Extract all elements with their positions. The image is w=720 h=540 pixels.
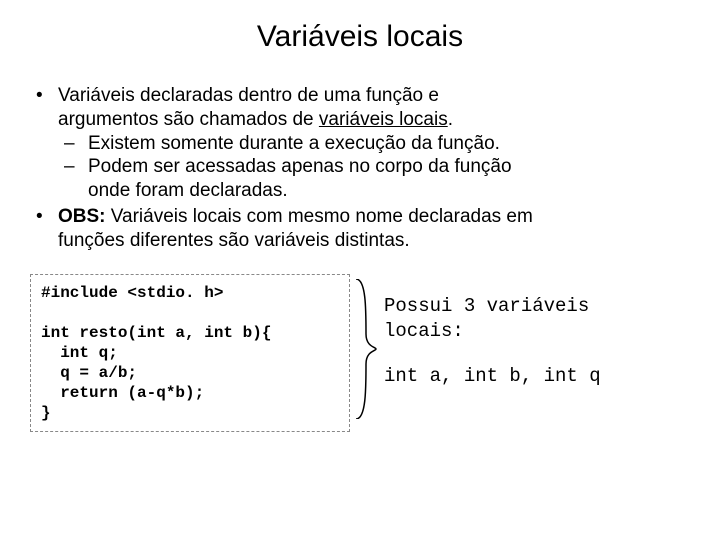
side-note: Possui 3 variáveis locais: int a, int b,…	[380, 274, 601, 388]
sub-bullet-2a: Podem ser acessadas apenas no corpo da f…	[88, 156, 512, 177]
bullet-2-line2: funções diferentes são variáveis distint…	[58, 230, 410, 251]
bullet-1-line2-pre: argumentos são chamados de	[58, 109, 319, 130]
slide-content: Variáveis declaradas dentro de uma funçã…	[30, 84, 690, 432]
code-block: #include <stdio. h> int resto(int a, int…	[30, 274, 350, 432]
side-line-3: int a, int b, int q	[384, 364, 601, 389]
bullet-2-line1: Variáveis locais com mesmo nome declarad…	[106, 206, 533, 227]
sub-bullet-2: Podem ser acessadas apenas no corpo da f…	[88, 155, 690, 203]
side-line-1: Possui 3 variáveis	[384, 294, 601, 319]
bullet-2-label: OBS:	[58, 206, 106, 227]
side-line-2: locais:	[384, 319, 601, 344]
slide-title: Variáveis locais	[30, 20, 690, 54]
bullet-1: Variáveis declaradas dentro de uma funçã…	[58, 84, 690, 203]
bullet-1-underlined: variáveis locais	[319, 109, 448, 130]
curly-brace-icon	[350, 274, 380, 432]
sub-bullet-2b: onde foram declaradas.	[88, 180, 288, 201]
bullet-1-line1: Variáveis declaradas dentro de uma funçã…	[58, 85, 439, 106]
bullet-2: OBS: Variáveis locais com mesmo nome dec…	[58, 205, 690, 253]
sub-bullet-1: Existem somente durante a execução da fu…	[88, 132, 690, 156]
bullet-1-line2-post: .	[448, 109, 453, 130]
